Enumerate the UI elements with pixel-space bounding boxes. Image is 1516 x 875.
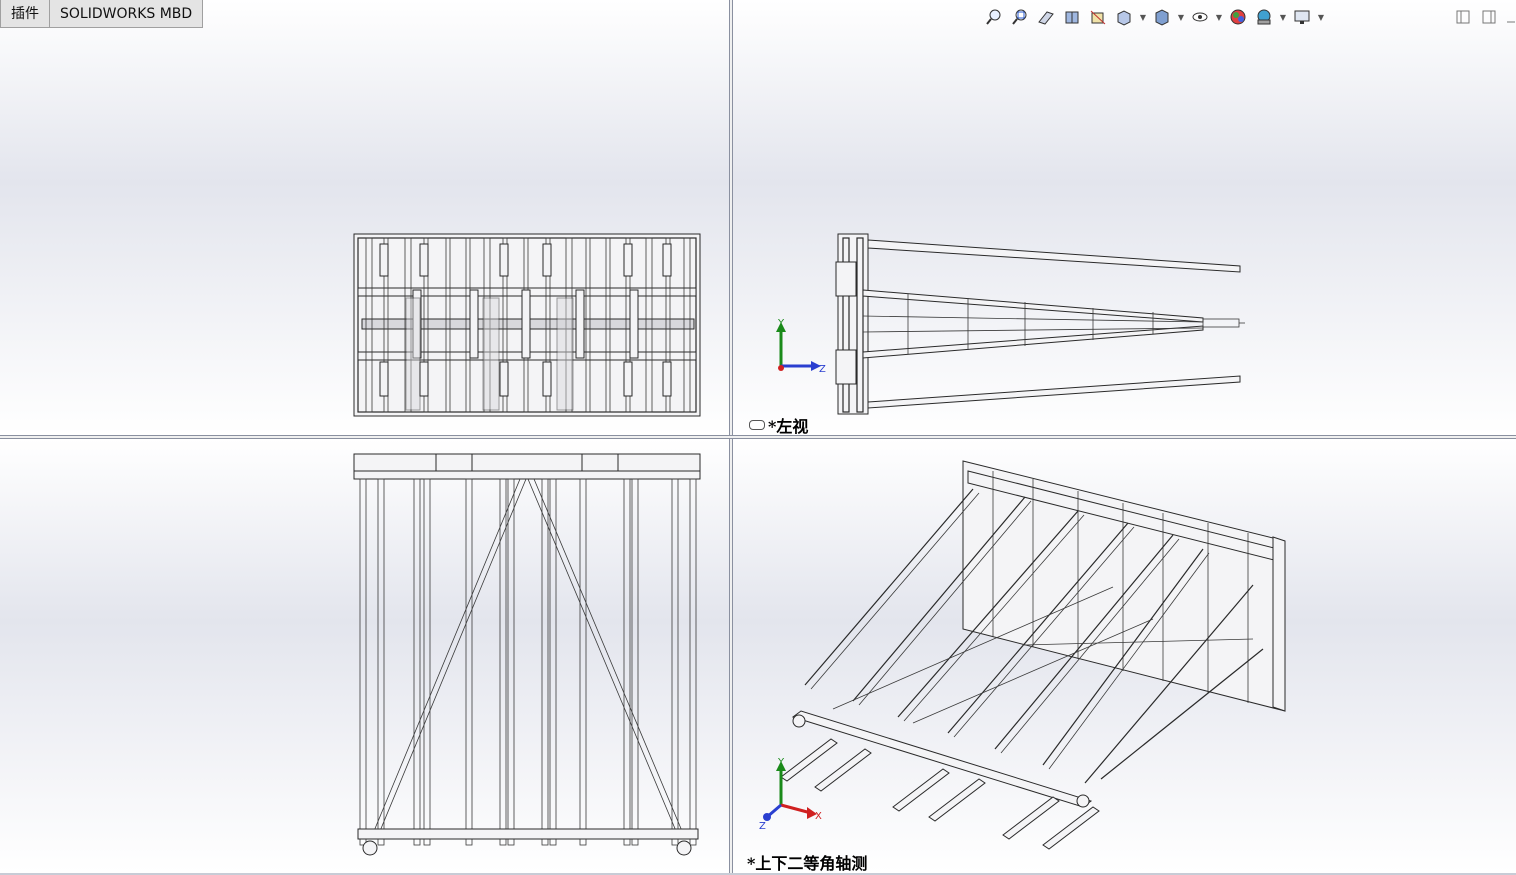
heads-up-view-toolbar: ▼ ▼ ▼ ▼ ▼ xyxy=(982,5,1326,29)
viewport-front[interactable] xyxy=(0,0,729,435)
model-left-view: Y Z xyxy=(776,233,1245,415)
section-view-icon[interactable] xyxy=(1060,6,1084,28)
tab-solidworks-mbd[interactable]: SOLIDWORKS MBD xyxy=(50,0,204,28)
tab-add-ins[interactable]: 插件 xyxy=(0,0,50,28)
view-settings-icon[interactable] xyxy=(1290,6,1314,28)
view-settings-caret[interactable]: ▼ xyxy=(1316,6,1326,28)
viewport-isometric[interactable]: Y X Z *上下二等角轴测 xyxy=(733,439,1516,873)
triad-y-label: Y xyxy=(777,757,785,768)
zoom-to-area-icon[interactable] xyxy=(1008,6,1032,28)
viewport-splitter-horizontal[interactable] xyxy=(0,435,1516,439)
view-icon-link xyxy=(749,420,765,430)
triad-x-label: X xyxy=(815,811,822,822)
triad-z-label: Z xyxy=(759,821,766,832)
minimize-pane-icon[interactable] xyxy=(1506,9,1516,23)
display-style-caret[interactable]: ▼ xyxy=(1176,6,1186,28)
view-label-left: *左视 xyxy=(768,417,809,435)
model-front-view xyxy=(353,233,701,417)
view-orientation-icon[interactable] xyxy=(1112,6,1136,28)
model-top-view xyxy=(353,453,701,856)
zoom-to-fit-icon[interactable] xyxy=(982,6,1006,28)
viewport-left[interactable]: Y Z *左视 xyxy=(733,0,1516,435)
dynamic-annotation-icon[interactable] xyxy=(1086,6,1110,28)
edit-appearance-icon[interactable] xyxy=(1226,6,1250,28)
maximize-pane-icon[interactable] xyxy=(1482,9,1496,24)
previous-view-icon[interactable] xyxy=(1034,6,1058,28)
view-orientation-caret[interactable]: ▼ xyxy=(1138,6,1148,28)
hide-show-caret[interactable]: ▼ xyxy=(1214,6,1224,28)
display-style-icon[interactable] xyxy=(1150,6,1174,28)
viewport-top[interactable] xyxy=(0,439,729,873)
command-manager-tabs: 插件 SOLIDWORKS MBD xyxy=(0,0,204,29)
restore-pane-icon[interactable] xyxy=(1456,9,1470,24)
triad-z-label: Z xyxy=(819,364,826,375)
apply-scene-caret[interactable]: ▼ xyxy=(1278,6,1288,28)
apply-scene-icon[interactable] xyxy=(1252,6,1276,28)
model-isometric-view: Y X Z xyxy=(759,460,1286,850)
axis-triad-left xyxy=(776,322,821,371)
view-label-isometric: *上下二等角轴测 xyxy=(747,854,868,873)
hide-show-items-icon[interactable] xyxy=(1188,6,1212,28)
triad-y-label: Y xyxy=(777,318,785,329)
